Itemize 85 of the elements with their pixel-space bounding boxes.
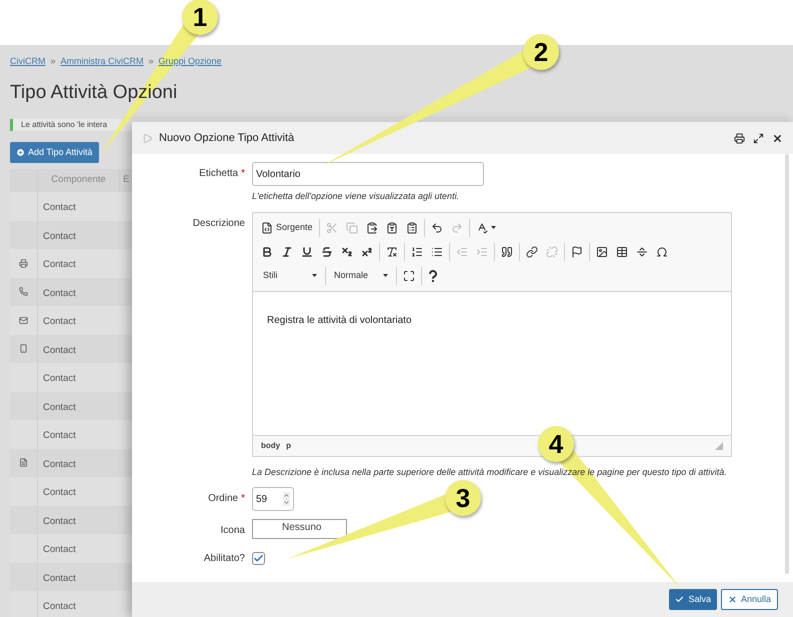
undo-icon	[430, 222, 443, 234]
paste-word-icon	[406, 222, 418, 234]
cancel-button[interactable]: Annulla	[720, 589, 778, 610]
help-text: L'etichetta dell'opzione viene visualizzata agli utenti.	[252, 190, 460, 203]
field-label: Descrizione	[192, 216, 245, 230]
icon-select[interactable]: Nessuno	[252, 519, 347, 539]
table-cell: Contact	[43, 373, 76, 384]
plus-icon	[16, 148, 25, 157]
breadcrumb-separator: »	[50, 55, 56, 68]
flag-icon	[571, 246, 583, 258]
table-cell: Contact	[43, 572, 76, 584]
check-icon	[675, 595, 684, 604]
label-input[interactable]: Volontario	[252, 162, 484, 186]
close-icon[interactable]	[772, 132, 783, 144]
field-label: Etichetta	[199, 167, 238, 181]
copy-icon	[346, 222, 358, 234]
table-cell: Contact	[43, 430, 76, 442]
help-icon	[428, 270, 438, 282]
table-cell: Contact	[43, 259, 76, 270]
add-activity-type-button[interactable]: Add Tipo Attività	[10, 142, 99, 163]
superscript-icon	[361, 246, 373, 258]
indent-icon	[476, 246, 488, 258]
table-cell: Contact	[43, 230, 76, 242]
required-mark: *	[241, 492, 245, 506]
table-cell: Contact	[43, 344, 76, 356]
scrollbar[interactable]	[785, 154, 789, 574]
dialog-title: Nuovo Opzione Tipo Attività	[159, 130, 294, 146]
quote-icon	[501, 246, 513, 258]
scissors-icon	[326, 222, 338, 234]
paste-icon	[366, 222, 378, 234]
table-cell: Contact	[43, 458, 76, 470]
omega-icon	[656, 246, 668, 258]
field-label: Ordine	[208, 492, 238, 506]
table-cell: Contact	[43, 601, 76, 612]
format-dropdown[interactable]: Stili	[259, 266, 321, 284]
expand-icon[interactable]	[753, 132, 764, 144]
underline-icon	[301, 246, 313, 258]
editor-text: Registra le attività di volontariato	[267, 314, 412, 326]
remove-format-icon	[386, 246, 398, 258]
field-label: Abilitato?	[204, 552, 245, 566]
source-button[interactable]: Sorgente	[259, 218, 315, 236]
link-icon	[526, 246, 538, 258]
source-icon	[261, 222, 273, 234]
subscript-icon	[341, 246, 353, 258]
strikethrough-icon	[321, 246, 333, 258]
outdent-icon	[456, 246, 468, 258]
element-path-item[interactable]: body	[261, 440, 280, 452]
maximize-icon	[403, 270, 415, 282]
field-label: Icona	[220, 524, 245, 538]
format-dropdown[interactable]: Normale	[330, 266, 392, 284]
table-icon	[616, 246, 628, 258]
table-cell: Contact	[43, 544, 76, 556]
table-cell: Contact	[43, 516, 76, 527]
table-cell: Contact	[43, 316, 76, 328]
cross-icon	[728, 595, 737, 604]
table-cell: Contact	[43, 202, 76, 214]
dialog-logo-icon	[142, 132, 153, 144]
table-cell: Contact	[43, 288, 76, 299]
unlink-icon	[546, 246, 558, 258]
spellcheck-icon	[476, 222, 488, 234]
spinner-icon[interactable]	[283, 492, 290, 506]
horizontal-line-icon	[636, 246, 648, 258]
info-text: Le attività sono 'le intera	[21, 119, 108, 131]
phone-icon	[19, 287, 28, 296]
caret-icon	[490, 226, 496, 229]
save-button[interactable]: Salva	[669, 589, 717, 610]
order-input[interactable]: 59	[252, 487, 294, 511]
table-cell: Contact	[43, 487, 76, 498]
required-mark: *	[241, 167, 245, 181]
document-icon	[19, 458, 28, 468]
fax-icon	[19, 258, 28, 268]
italic-icon	[281, 246, 293, 258]
image-icon	[596, 246, 608, 258]
numbered-list-icon	[411, 246, 423, 258]
enabled-checkbox[interactable]	[252, 552, 265, 564]
breadcrumb-separator: »	[148, 55, 154, 68]
paste-text-icon	[386, 222, 398, 234]
envelope-icon	[19, 316, 28, 325]
bold-icon	[261, 246, 273, 258]
mobile-phone-icon	[19, 344, 28, 354]
print-icon[interactable]	[734, 132, 745, 144]
breadcrumb-link[interactable]: Gruppi Opzione	[158, 55, 222, 68]
table-cell: Contact	[43, 402, 76, 413]
element-path-item[interactable]: p	[286, 440, 291, 452]
redo-icon	[450, 222, 463, 234]
